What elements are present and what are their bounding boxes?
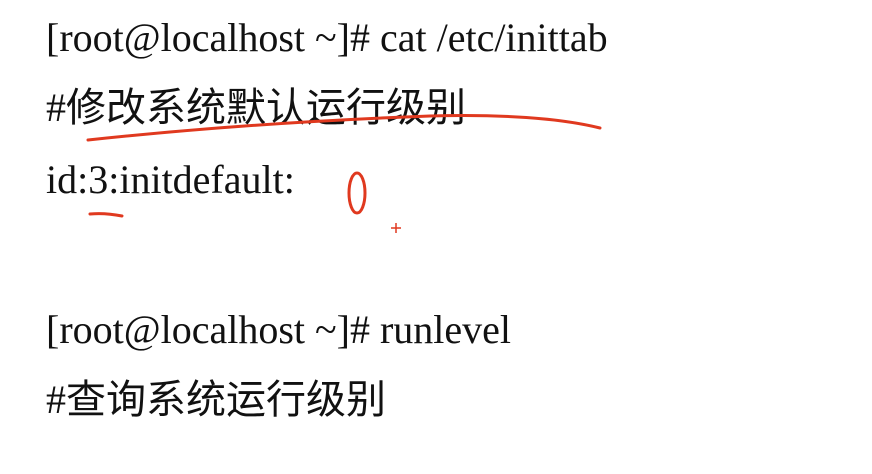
command-cat-inittab: [root@localhost ~]# cat /etc/inittab [46,15,608,60]
comment-modify-runlevel: #修改系统默认运行级别 [46,85,466,130]
comment-query-runlevel: #查询系统运行级别 [46,377,386,422]
command-runlevel: [root@localhost ~]# runlevel [46,307,512,352]
cursor-crosshair-icon [391,223,401,233]
digit-underline-annotation [88,212,124,218]
slide: [root@localhost ~]# cat /etc/inittab #修改… [0,0,872,474]
inittab-config-line: id:3:initdefault: [46,157,295,202]
colon-circle-annotation [347,171,367,215]
